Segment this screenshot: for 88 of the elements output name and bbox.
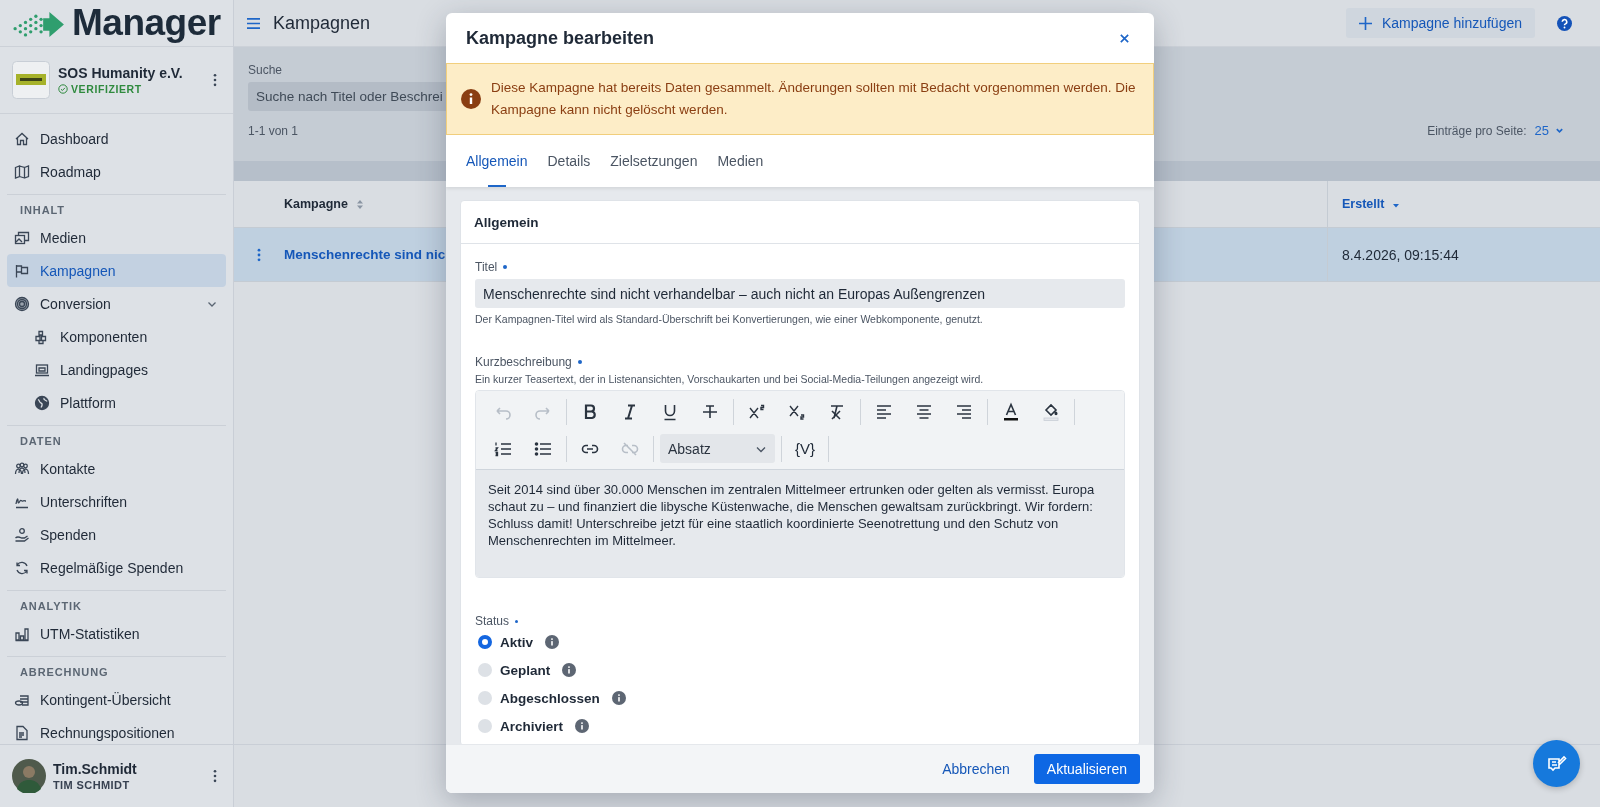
sidebar-item[interactable]: Komponenten: [7, 320, 226, 353]
search-label: Suche: [248, 63, 284, 77]
laptop-icon: [34, 361, 50, 378]
sidebar-item[interactable]: Conversion: [7, 287, 226, 320]
info-icon[interactable]: [562, 663, 577, 677]
logo-icon: [12, 9, 66, 37]
editor-text[interactable]: Seit 2014 sind über 30.000 Menschen im zentralen Mittelmeer ertrunken oder gelten als vermisst. Europa schaut zu – und finanziert die libysche Küstenwache, die Menschen gewaltsam zurückbringt. Wir fordern: Schluss damit! Unterschreibe jetzt für eine staatlich koordinierte Seenotrettung und den Schutz von Menschenrechten im Mittelmeer.: [476, 470, 1124, 577]
chevron-icon: [1555, 126, 1564, 135]
map-icon: [14, 163, 30, 180]
invoice-icon: [14, 724, 30, 741]
variable-button[interactable]: {V}: [788, 435, 823, 462]
dialog-title: Kampagne bearbeiten: [466, 27, 655, 49]
sidebar-item[interactable]: Roadmap: [7, 155, 226, 188]
info-icon[interactable]: [611, 691, 626, 705]
username: Tim.Schmidt: [53, 761, 138, 777]
title-field[interactable]: Menschenrechte sind nicht verhandelbar – auch nicht an Europas Außengrenzen: [475, 279, 1125, 308]
per-page-select[interactable]: 25: [1534, 123, 1564, 138]
help-text: Der Kampagnen-Titel wird als Standard-Überschrift bei Konvertierungen, wie einer Webkomponente, genutzt.: [475, 313, 984, 325]
card-title: Allgemein: [461, 201, 1139, 244]
radio-button[interactable]: [478, 719, 492, 733]
radio-label[interactable]: Archiviert: [500, 718, 564, 734]
bar-chart-icon: [14, 625, 30, 642]
more-icon[interactable]: [257, 247, 261, 262]
cancel-button[interactable]: Abbrechen: [936, 760, 1016, 778]
images-icon: [14, 229, 30, 246]
radio-button[interactable]: [478, 635, 492, 649]
result-count: 1-1 von 1: [248, 123, 299, 138]
radio-label[interactable]: Aktiv: [500, 634, 533, 650]
home-icon: [14, 130, 30, 147]
flag-icon: [14, 262, 30, 279]
sidebar-item[interactable]: Kampagnen: [7, 254, 226, 287]
sidebar-item[interactable]: UTM-Statistiken: [7, 617, 226, 650]
radio-button[interactable]: [478, 663, 492, 677]
info-icon[interactable]: [545, 635, 559, 649]
block-format-select[interactable]: Absatz: [660, 434, 775, 463]
close-icon[interactable]: [1119, 32, 1130, 44]
section-heading: ABRECHNUNG: [19, 665, 110, 680]
sidebar-item[interactable]: Medien: [7, 221, 226, 254]
tab[interactable]: Details: [547, 135, 591, 187]
add-campaign-button[interactable]: Kampagne hinzufügen: [1345, 8, 1535, 38]
sidebar-item[interactable]: Regelmäßige Spenden: [7, 551, 226, 584]
tab[interactable]: Allgemein: [466, 135, 528, 187]
hand-heart-icon: [14, 526, 30, 543]
app-name: Manager: [72, 2, 221, 44]
sidebar-item[interactable]: Rechnungspositionen: [7, 716, 226, 744]
field-label: Kurzbeschreibung: [475, 355, 572, 369]
check-circle-icon: [58, 84, 68, 94]
organization-name: SOS Humanity e.V.: [58, 65, 184, 81]
table-cell: 8.4.2026, 09:15:44: [1327, 228, 1600, 281]
globe-icon: [34, 394, 50, 411]
tab[interactable]: Medien: [717, 135, 764, 187]
field-label: Status: [475, 614, 510, 628]
plus-icon: [1358, 16, 1372, 30]
sidebar-item[interactable]: Kontingent-Übersicht: [7, 683, 226, 716]
user-full-name: TIM SCHMIDT: [53, 779, 131, 791]
info-icon[interactable]: [575, 719, 590, 733]
radio-label[interactable]: Geplant: [500, 662, 551, 678]
feedback-button[interactable]: [1533, 740, 1580, 787]
radio-label[interactable]: Abgeschlossen: [500, 690, 600, 706]
target-icon: [14, 295, 30, 312]
section-heading: DATEN: [19, 434, 63, 449]
field-label: Titel: [475, 260, 498, 274]
sidebar-item[interactable]: Spenden: [7, 518, 226, 551]
refresh-icon: [14, 559, 30, 576]
column-header[interactable]: Erstellt: [1327, 181, 1600, 227]
help-icon[interactable]: [1557, 15, 1572, 31]
radio-button[interactable]: [478, 691, 492, 705]
section-heading: INHALT: [19, 203, 66, 218]
info-icon: [461, 89, 481, 109]
sidebar-item[interactable]: Landingpages: [7, 353, 226, 386]
organization-logo: [12, 61, 50, 99]
sidebar-item[interactable]: Plattform: [7, 386, 226, 419]
sidebar-item[interactable]: Kontakte: [7, 452, 226, 485]
page-title: Kampagnen: [273, 12, 371, 34]
rich-text-editor[interactable]: [475, 390, 1125, 578]
per-page-label: Einträge pro Seite:: [1427, 123, 1527, 138]
people-icon: [14, 460, 30, 477]
section-heading: ANALYTIK: [19, 599, 83, 614]
sidebar-item[interactable]: Unterschriften: [7, 485, 226, 518]
avatar[interactable]: [12, 759, 46, 793]
help-text: Ein kurzer Teasertext, der in Listenansichten, Vorschaukarten und bei Social-Media-Teilungen angezeigt wird.: [475, 373, 985, 385]
verified-label: VERIFIZIERT: [58, 83, 201, 95]
sort-icon: [355, 198, 364, 210]
tab[interactable]: Zielsetzungen: [610, 135, 698, 187]
alert-message: Diese Kampagne hat bereits Daten gesammelt. Änderungen sollten mit Bedacht vorgenommen werden. Die Kampagne kann nicht gelöscht werden.: [491, 79, 1137, 119]
update-button[interactable]: Aktualisieren: [1033, 754, 1140, 784]
menu-icon[interactable]: [246, 16, 261, 30]
sidebar-item[interactable]: Dashboard: [7, 122, 226, 155]
